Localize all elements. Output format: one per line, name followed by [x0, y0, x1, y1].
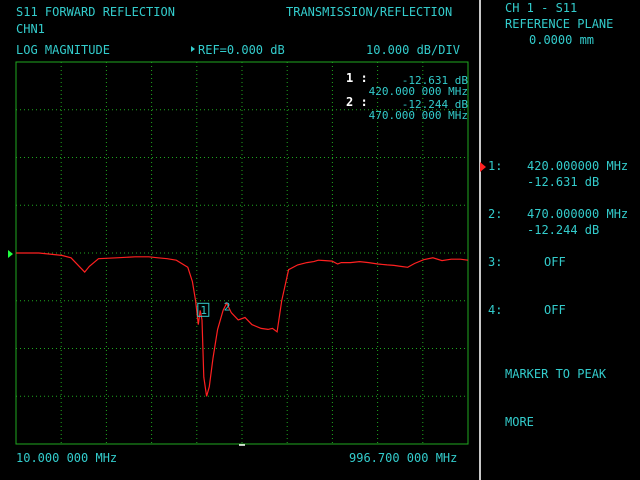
- softkey-marker1-level: -12.631 dB: [527, 175, 600, 189]
- trace-marker-1-label: 1: [200, 304, 207, 317]
- softkey-marker3-label: 3:: [488, 255, 503, 269]
- panel-divider: [479, 0, 481, 480]
- readout-marker2-freq: 470.000 000 MHz: [368, 109, 468, 122]
- softkey-marker4[interactable]: 4: OFF: [486, 302, 640, 322]
- readout-marker1-freq: 420.000 000 MHz: [368, 85, 468, 98]
- softkey-marker3-value: OFF: [544, 255, 566, 269]
- softkey-marker3[interactable]: 3: OFF: [486, 254, 640, 274]
- softkey-marker4-label: 4:: [488, 303, 503, 317]
- trace-plot: 12: [15, 61, 469, 446]
- softkey-marker2-freq: 470.000000 MHz: [527, 207, 629, 221]
- softkey-marker1-label: 1:: [488, 159, 503, 173]
- softkey-marker4-value: OFF: [544, 303, 566, 317]
- start-frequency: 10.000 000 MHz: [16, 451, 118, 465]
- softkey-marker1[interactable]: 1: 420.000000 MHz -12.631 dB: [486, 158, 640, 190]
- reference-position-icon: [8, 250, 13, 258]
- trace-marker-group: 12: [197, 300, 245, 446]
- softkey-title-value: 0.0000 mm: [529, 33, 595, 47]
- softkey-marker2[interactable]: 2: 470.000000 MHz -12.244 dB: [486, 206, 640, 238]
- softkey-title-menu: REFERENCE PLANE: [505, 17, 614, 31]
- softkey-marker2-level: -12.244 dB: [527, 223, 600, 237]
- stop-frequency: 996.700 000 MHz: [349, 451, 458, 465]
- softkey-marker-to-peak[interactable]: MARKER TO PEAK: [505, 368, 606, 381]
- softkey-title-channel: CH 1 - S11: [505, 1, 578, 15]
- softkey-marker2-label: 2:: [488, 207, 503, 221]
- softkey-marker1-freq: 420.000000 MHz: [527, 159, 629, 173]
- softkey-more[interactable]: MORE: [505, 416, 534, 429]
- trace-marker-2-label: 2: [224, 300, 231, 313]
